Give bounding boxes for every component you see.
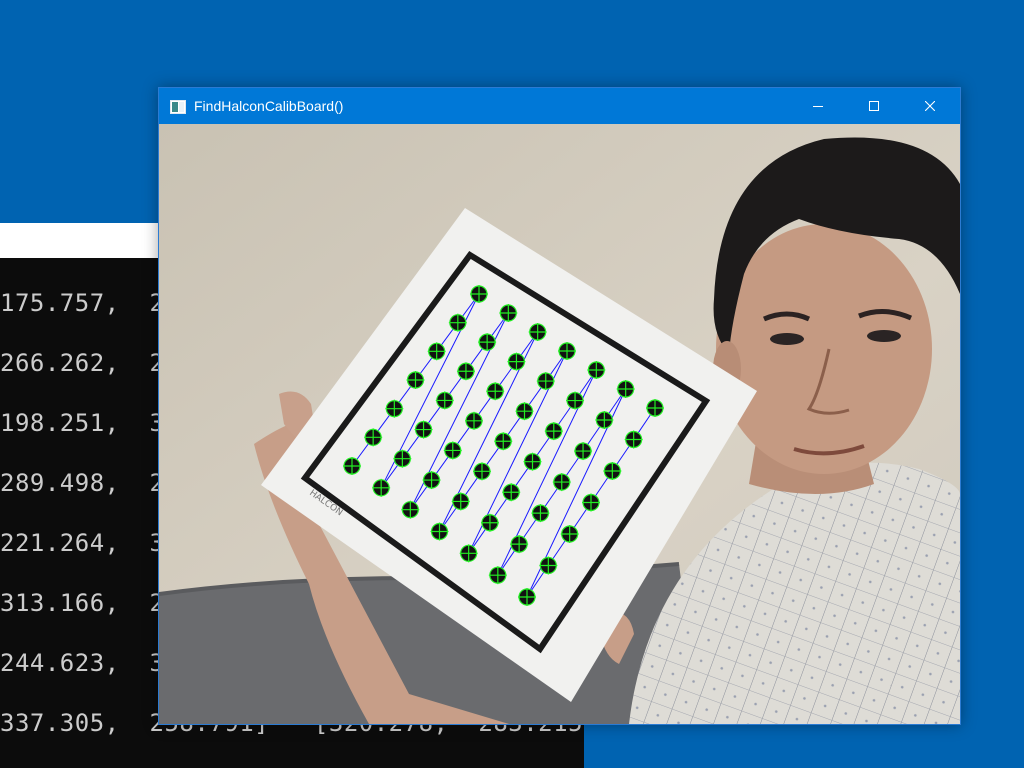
close-button[interactable] [907,88,953,124]
window-titlebar[interactable]: FindHalconCalibBoard() [159,88,960,124]
maximize-button[interactable] [851,88,897,124]
console-line: 244.623, 34 [0,649,180,677]
close-icon [925,101,935,111]
console-line: 175.757, 28 [0,289,180,317]
camera-feed: HALCON [159,124,960,724]
minimize-button[interactable] [795,88,841,124]
app-icon [170,99,186,114]
calib-board-window[interactable]: FindHalconCalibBoard() HALCON [158,87,961,725]
window-title: FindHalconCalibBoard() [194,98,344,114]
console-line: 266.262, 21 [0,349,180,377]
maximize-icon [869,101,879,111]
console-line: 198.251, 30 [0,409,180,437]
console-line: 221.264, 32 [0,529,180,557]
console-line: 313.166, 24 [0,589,180,617]
minimize-icon [813,106,823,107]
console-line: 289.498, 22 [0,469,180,497]
